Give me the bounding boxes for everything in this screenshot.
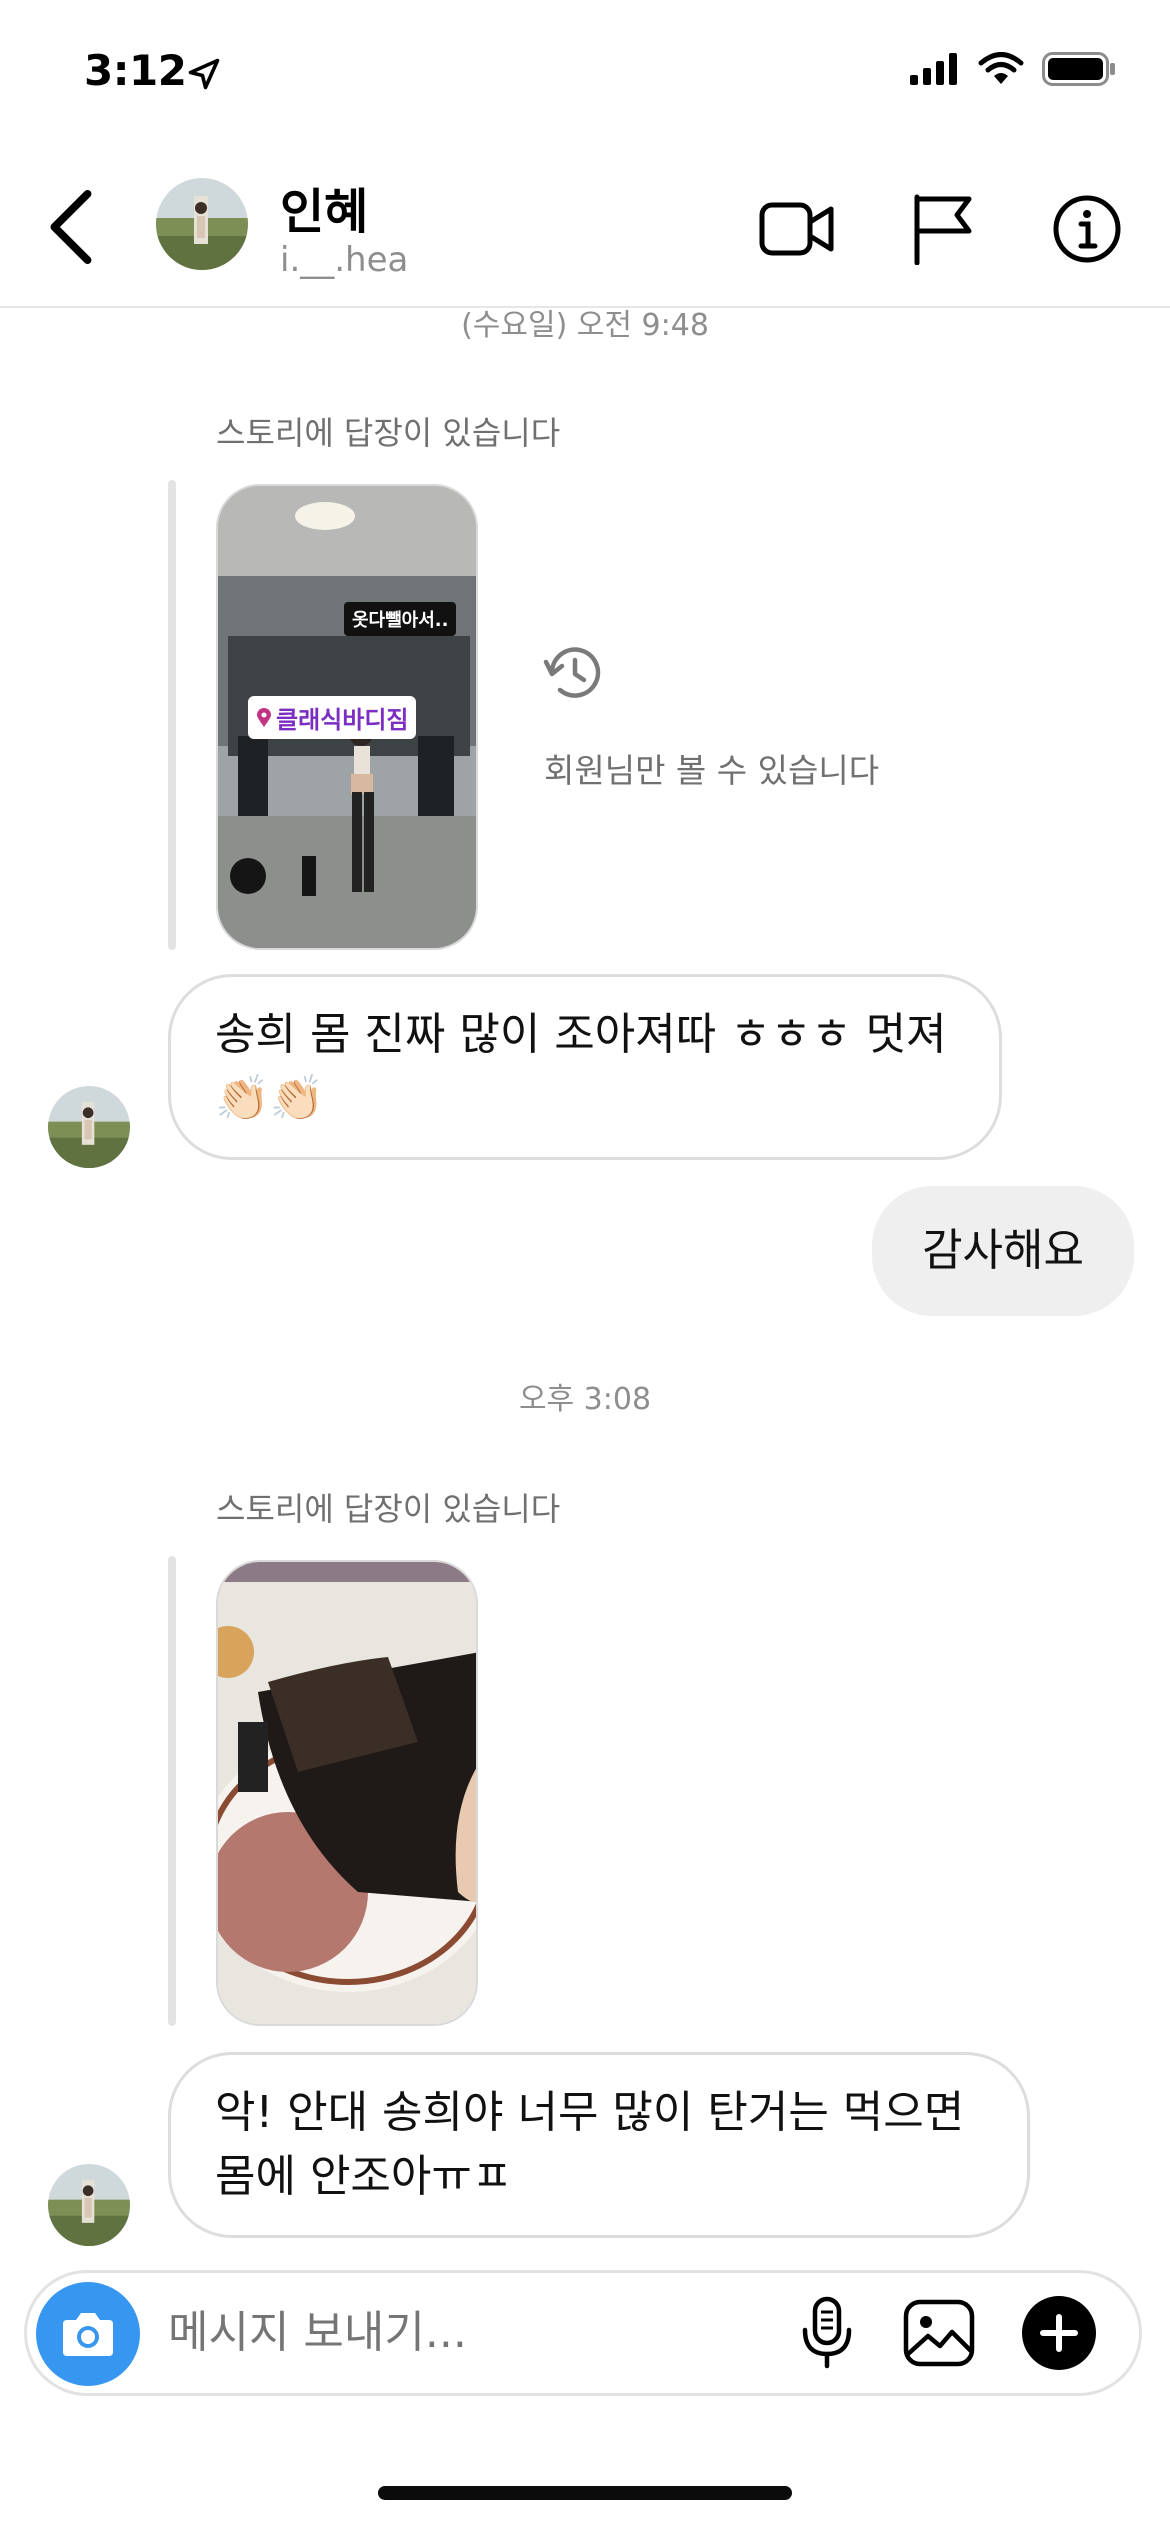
- contact-name[interactable]: 인혜: [280, 172, 368, 242]
- message-bubble-incoming[interactable]: 송희 몸 진짜 많이 조아져따 ㅎㅎㅎ 멋져 👏🏻👏🏻: [168, 974, 1002, 1160]
- avatar-photo: [48, 2164, 130, 2246]
- location-pin-icon: [257, 707, 271, 727]
- video-camera-icon: [759, 202, 834, 256]
- home-indicator: [378, 2486, 792, 2500]
- sender-avatar[interactable]: [48, 2164, 130, 2246]
- contact-handle[interactable]: i.__.hea: [280, 240, 408, 280]
- camera-button[interactable]: [36, 2282, 140, 2386]
- battery-icon: [1042, 52, 1115, 86]
- microphone-icon: [802, 2296, 852, 2369]
- reply-indicator-bar: [168, 1556, 176, 2026]
- story-sticker-text: 옷다뺄아서..: [344, 602, 457, 636]
- avatar[interactable]: [156, 178, 248, 270]
- signal-icon: [910, 53, 957, 85]
- gallery-button[interactable]: [896, 2290, 982, 2376]
- location-text: 클래식바디짐: [276, 706, 409, 734]
- plus-circle-icon: [1022, 2296, 1096, 2370]
- message-input[interactable]: [168, 2302, 768, 2362]
- voice-message-button[interactable]: [784, 2290, 870, 2376]
- chevron-left-icon[interactable]: [44, 188, 96, 266]
- story-reply-label: 스토리에 답장이 있습니다: [216, 414, 561, 452]
- status-icons: [910, 52, 1116, 86]
- info-icon: [1053, 195, 1121, 263]
- video-call-button[interactable]: [752, 184, 842, 274]
- story-thumbnail-gym[interactable]: 옷다뺄아서.. 클래식바디짐: [216, 484, 478, 950]
- more-actions-button[interactable]: [1016, 2290, 1102, 2376]
- wifi-icon: [978, 52, 1024, 84]
- story-photo-food: [218, 1562, 476, 2024]
- timestamp: 오후 3:08: [518, 1382, 652, 1417]
- story-reply-label: 스토리에 답장이 있습니다: [216, 1490, 561, 1528]
- story-thumbnail-food[interactable]: [216, 1560, 478, 2026]
- image-icon: [903, 2299, 975, 2367]
- timestamp: (수요일) 오전 9:48: [461, 308, 709, 343]
- camera-icon: [63, 2313, 113, 2356]
- members-only-text: 회원님만 볼 수 있습니다: [544, 751, 880, 790]
- info-button[interactable]: [1042, 184, 1132, 274]
- message-bubble-incoming[interactable]: 악! 안대 송희야 너무 많이 탄거는 먹으면 몸에 안조아ㅠㅍ: [168, 2052, 1030, 2238]
- avatar-photo: [48, 1086, 130, 1168]
- message-bubble-outgoing[interactable]: 감사해요: [872, 1186, 1134, 1316]
- avatar-photo: [156, 178, 248, 270]
- status-time: 3:12: [84, 46, 187, 95]
- reply-indicator-bar: [168, 480, 176, 950]
- flag-icon: [914, 194, 972, 265]
- sender-avatar[interactable]: [48, 1086, 130, 1168]
- report-button[interactable]: [898, 184, 988, 274]
- story-location-sticker: 클래식바디짐: [248, 696, 417, 739]
- location-arrow-icon: [188, 58, 220, 90]
- history-icon: [543, 647, 601, 698]
